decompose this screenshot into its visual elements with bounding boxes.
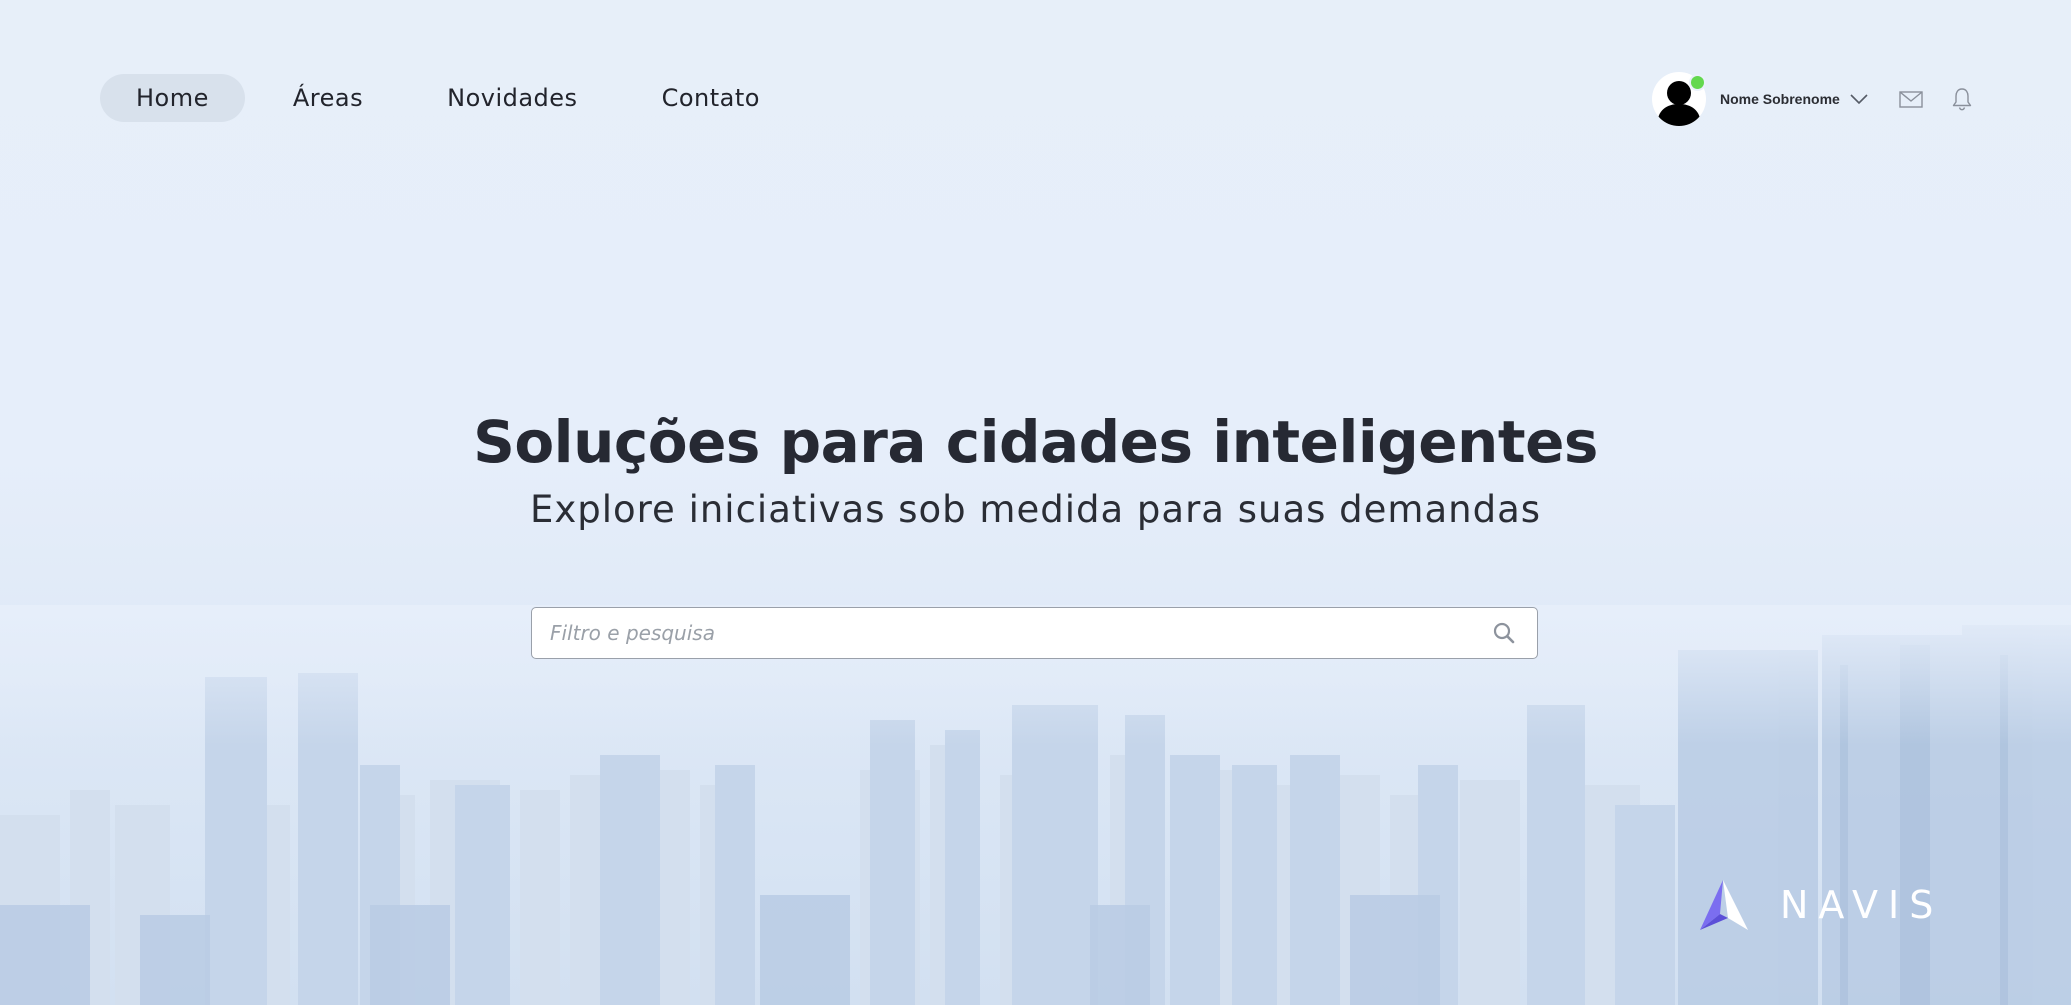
navis-logo-mark-icon bbox=[1700, 880, 1748, 930]
user-name: Nome Sobrenome bbox=[1720, 91, 1840, 107]
nav-item-novidades[interactable]: Novidades bbox=[411, 74, 613, 122]
page: Home Áreas Novidades Contato Nome Sobren… bbox=[0, 0, 2071, 1005]
avatar[interactable] bbox=[1652, 72, 1706, 126]
mail-icon[interactable] bbox=[1898, 86, 1924, 112]
user-menu[interactable]: Nome Sobrenome bbox=[1652, 72, 1868, 126]
nav-item-areas[interactable]: Áreas bbox=[257, 74, 399, 122]
online-status-dot bbox=[1689, 74, 1706, 91]
hero-subtitle: Explore iniciativas sob medida para suas… bbox=[529, 488, 1542, 531]
hero-title: Soluções para cidades inteligentes bbox=[473, 408, 1598, 476]
search-bar bbox=[531, 607, 1538, 659]
main-nav: Home Áreas Novidades Contato bbox=[100, 74, 808, 122]
brand-name: NAVIS bbox=[1780, 883, 1944, 927]
nav-item-contato[interactable]: Contato bbox=[626, 74, 796, 122]
bell-icon[interactable] bbox=[1949, 86, 1975, 112]
chevron-down-icon[interactable] bbox=[1850, 90, 1868, 108]
nav-item-home[interactable]: Home bbox=[100, 74, 245, 122]
city-skyline-background bbox=[0, 605, 2071, 1005]
search-input[interactable] bbox=[532, 607, 1491, 659]
search-icon[interactable] bbox=[1491, 620, 1517, 646]
navis-logo: NAVIS bbox=[1698, 878, 1943, 932]
